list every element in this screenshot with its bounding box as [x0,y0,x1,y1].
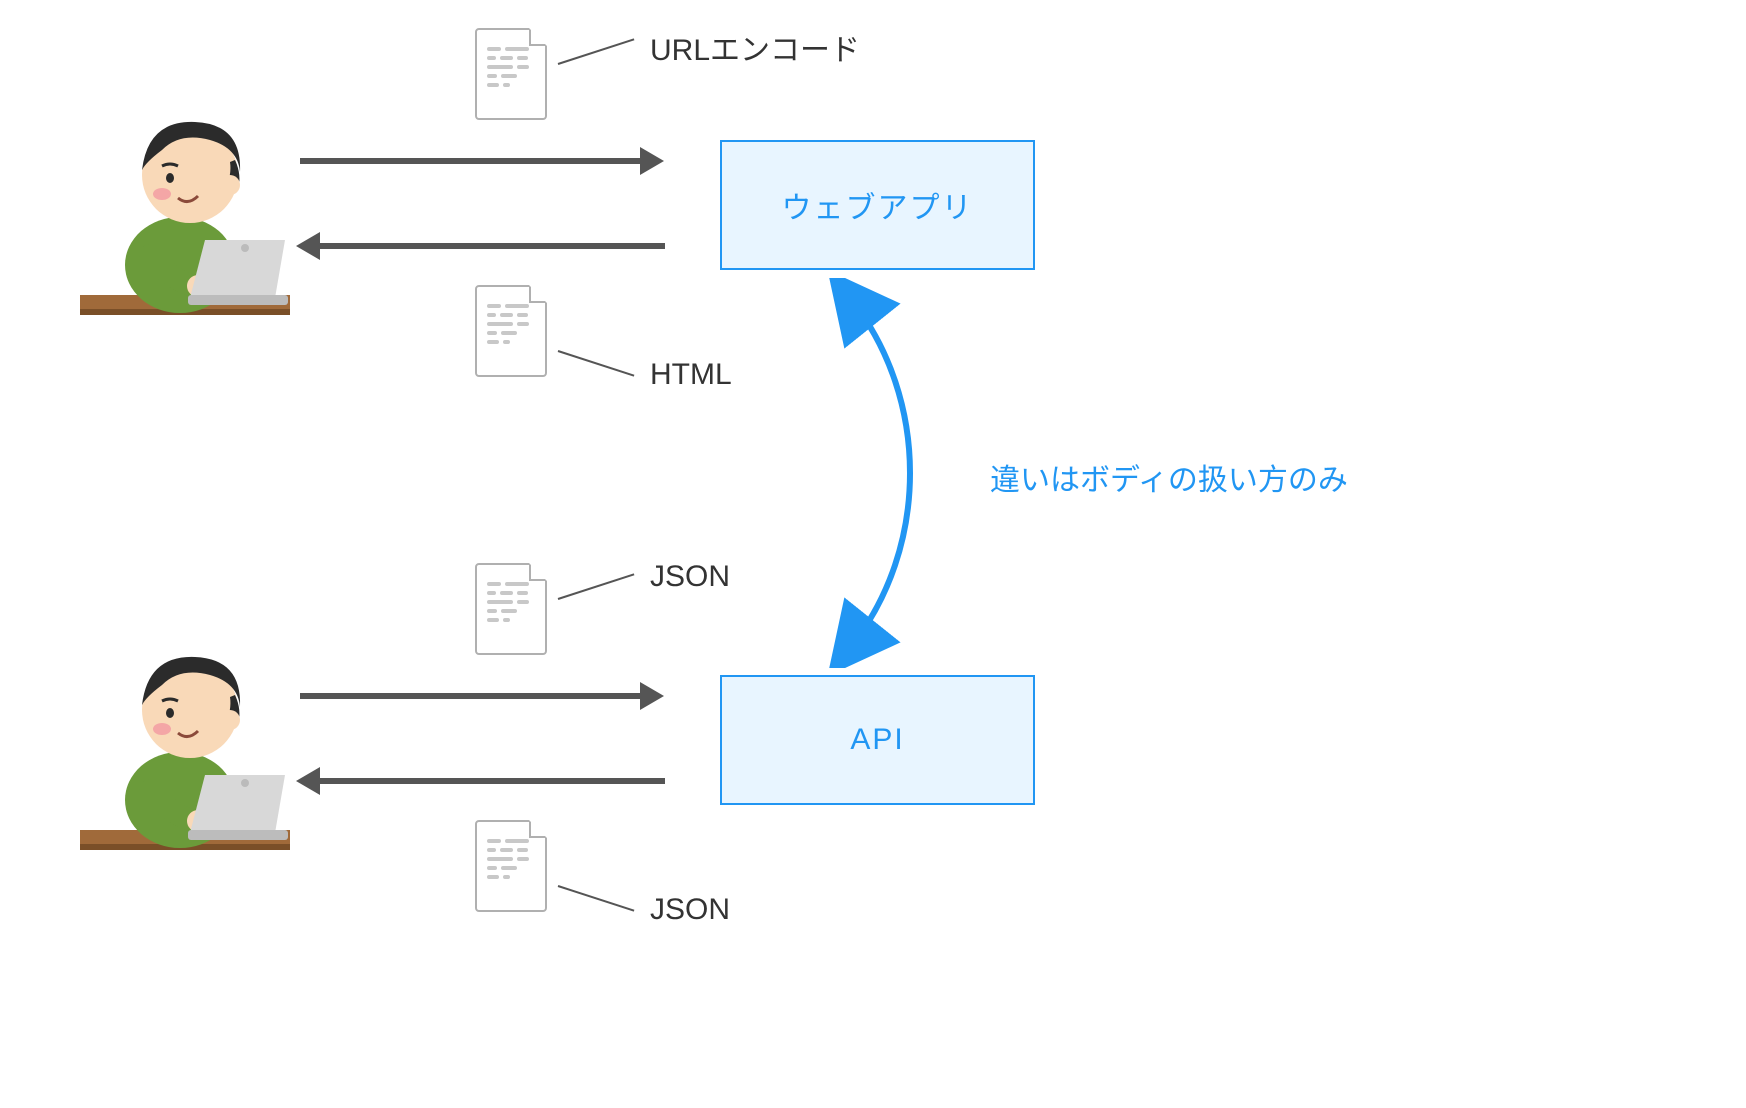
web-app-box: ウェブアプリ [720,140,1035,270]
arrow-head-icon [296,767,320,795]
api-label: API [850,723,904,757]
user-illustration-top [70,90,300,350]
arrow-head-icon [296,232,320,260]
arrow-head-icon [640,682,664,710]
connector-line [558,38,635,65]
web-app-label: ウェブアプリ [782,183,974,227]
document-icon-response-bottom [475,820,547,912]
label-json-top: JSON [650,560,730,594]
connector-line [558,350,635,377]
label-url-encode: URLエンコード [650,25,860,69]
user-illustration-bottom [70,625,300,885]
connector-line [558,885,635,912]
curved-double-arrow [790,278,970,668]
arrow-request-bottom [300,693,640,699]
label-json-bottom: JSON [650,893,730,927]
connector-line [558,573,635,600]
arrow-response-top [320,243,665,249]
label-html: HTML [650,358,732,392]
document-icon-request-bottom [475,563,547,655]
document-icon-response-top [475,285,547,377]
arrow-head-icon [640,147,664,175]
api-box: API [720,675,1035,805]
document-icon-request-top [475,28,547,120]
label-difference-note: 違いはボディの扱い方のみ [990,455,1348,499]
arrow-request-top [300,158,640,164]
arrow-response-bottom [320,778,665,784]
